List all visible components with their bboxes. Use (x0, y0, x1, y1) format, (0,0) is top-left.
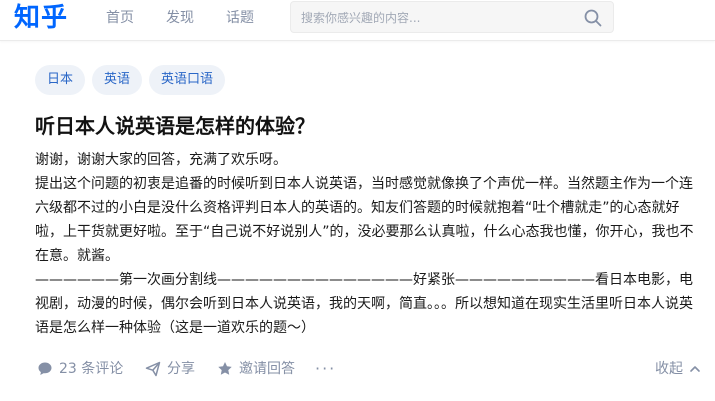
share-label: 分享 (167, 361, 195, 377)
invite-answer-button[interactable]: 邀请回答 (217, 356, 295, 382)
collapse-button[interactable]: 收起 (655, 356, 701, 382)
topic-tag-spoken-english[interactable]: 英语口语 (149, 65, 226, 95)
share-icon (145, 361, 161, 377)
nav-topic[interactable]: 话题 (226, 8, 254, 28)
zhihu-logo[interactable]: 知乎 (14, 1, 68, 35)
invite-icon (218, 362, 232, 375)
chevron-up-icon (690, 366, 700, 372)
collapse-label: 收起 (655, 361, 683, 377)
comments-label: 23 条评论 (59, 361, 124, 377)
detail-paragraph: ——————第一次画分割线——————————————好紧张——————————… (35, 272, 693, 336)
invite-label: 邀请回答 (239, 361, 295, 377)
search-input[interactable]: 搜索你感兴趣的内容... (290, 1, 614, 33)
search-icon[interactable] (583, 8, 603, 28)
topic-tag-japan[interactable]: 日本 (35, 65, 86, 95)
share-button[interactable]: 分享 (145, 356, 195, 382)
detail-paragraph: 提出这个问题的初衷是追番的时候听到日本人说英语，当时感觉就像换了个声优一样。当然… (35, 176, 694, 264)
comments-button[interactable]: 23 条评论 (37, 356, 123, 382)
more-icon: ··· (315, 359, 337, 378)
top-bar: 知乎 首页 发现 话题 搜索你感兴趣的内容... (0, 0, 715, 41)
comment-icon (38, 362, 52, 375)
question-title[interactable]: 听日本人说英语是怎样的体验？ (35, 111, 695, 141)
topic-tag-english[interactable]: 英语 (92, 65, 143, 95)
more-options-button[interactable]: ··· (315, 356, 336, 382)
nav-home[interactable]: 首页 (106, 8, 134, 28)
detail-paragraph: 谢谢，谢谢大家的回答，充满了欢乐呀。 (35, 152, 287, 168)
question-actions: 23 条评论 分享 邀请回答 ··· 收起 (37, 356, 707, 382)
nav-discover[interactable]: 发现 (166, 8, 194, 28)
search-placeholder: 搜索你感兴趣的内容... (301, 11, 421, 25)
question-detail: 谢谢，谢谢大家的回答，充满了欢乐呀。 提出这个问题的初衷是追番的时候听到日本人说… (35, 148, 698, 340)
